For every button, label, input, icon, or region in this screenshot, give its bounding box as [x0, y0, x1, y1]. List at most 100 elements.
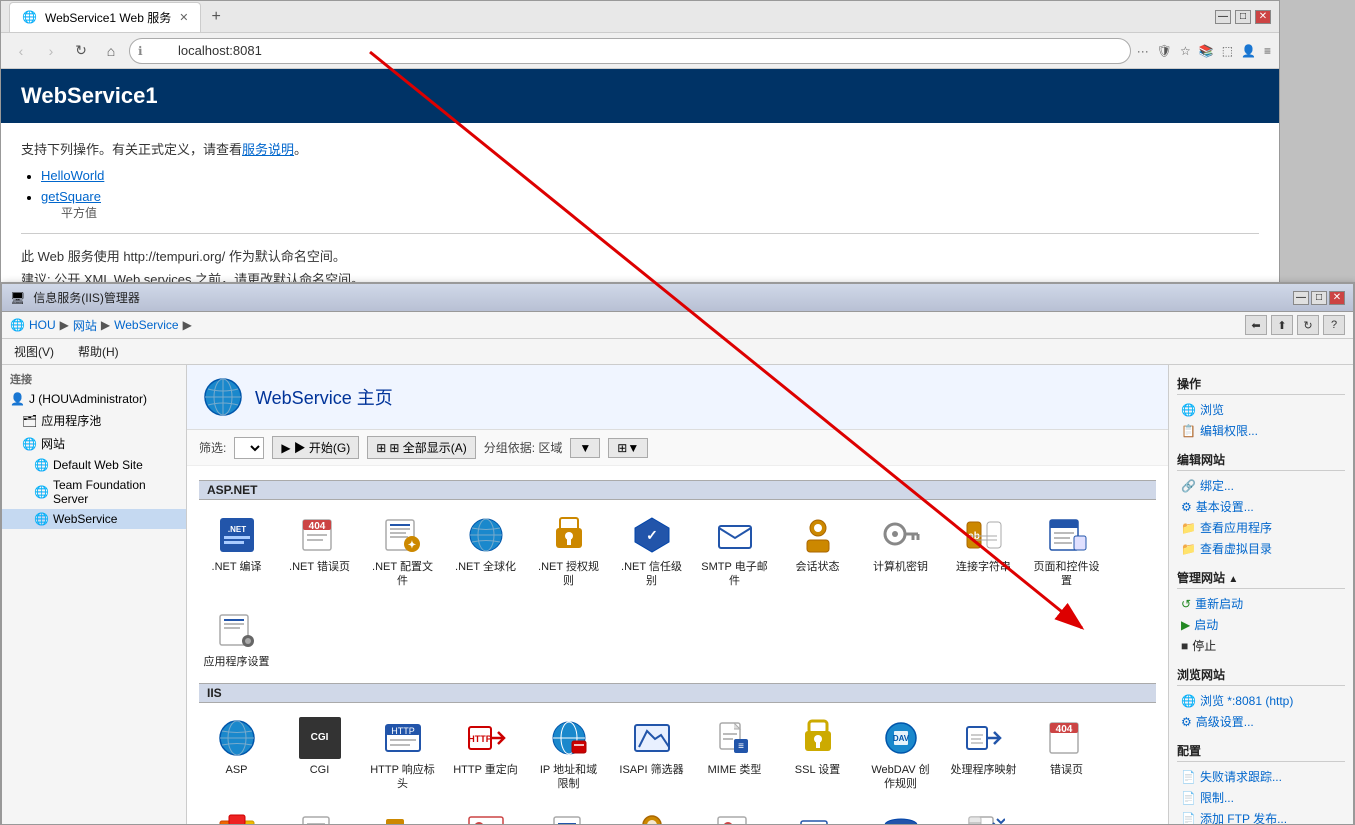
- address-bar[interactable]: ℹ localhost:8081: [129, 38, 1131, 64]
- tabs-icon[interactable]: ⬚: [1222, 44, 1233, 58]
- filter-input[interactable]: [234, 437, 264, 459]
- browse-site-label: 浏览网站: [1177, 668, 1225, 682]
- icon-ssl[interactable]: SSL 设置: [780, 711, 855, 798]
- add-ftp-action[interactable]: 📄 添加 FTP 发布...: [1177, 808, 1345, 824]
- toolbar-forward-btn[interactable]: ⬆: [1271, 315, 1293, 335]
- icon-net-trust[interactable]: ✓ .NET 信任级别: [614, 508, 689, 595]
- account-icon[interactable]: 👤: [1241, 44, 1256, 58]
- edit-perms-action[interactable]: 📋 编辑权限...: [1177, 420, 1345, 441]
- tab-close-button[interactable]: ✕: [179, 11, 188, 24]
- icon-ip-restrict[interactable]: IP 地址和域限制: [531, 711, 606, 798]
- service-link[interactable]: 服务说明: [242, 142, 294, 157]
- helloworld-link[interactable]: HelloWorld: [41, 168, 104, 183]
- view-vdir-action[interactable]: 📁 查看虚拟目录: [1177, 538, 1345, 559]
- icon-cache[interactable]: 输出缓存: [863, 805, 938, 824]
- icon-error-page[interactable]: 404 错误页: [1029, 711, 1104, 798]
- icon-session[interactable]: 会话状态: [780, 508, 855, 595]
- icon-dir-browse[interactable]: 目录浏览: [365, 805, 440, 824]
- tree-item-tfs[interactable]: 🌐 Team Foundation Server: [2, 475, 186, 509]
- tree-item-user[interactable]: 👤 J (HOU\Administrator): [2, 389, 186, 409]
- iis-close-button[interactable]: ✕: [1329, 291, 1345, 305]
- page-title: WebService1: [21, 83, 158, 108]
- basic-settings-action[interactable]: ⚙ 基本设置...: [1177, 496, 1345, 517]
- iis-left-panel: 连接 👤 J (HOU\Administrator) 🗂 应用程序池 🌐 网站 …: [2, 365, 187, 824]
- icon-page-control[interactable]: 页面和控件设置: [1029, 508, 1104, 595]
- close-button[interactable]: ✕: [1255, 10, 1271, 24]
- actions-title: 操作: [1177, 373, 1345, 395]
- iis-maximize-button[interactable]: □: [1311, 291, 1327, 305]
- tree-item-apppool[interactable]: 🗂 应用程序池: [2, 409, 186, 432]
- filter-start-btn[interactable]: ▶ ▶ 开始(G): [272, 436, 359, 459]
- stop-action[interactable]: ■ 停止: [1177, 635, 1345, 656]
- bind-action[interactable]: 🔗 绑定...: [1177, 475, 1345, 496]
- icon-asp[interactable]: ASP: [199, 711, 274, 798]
- icon-mime[interactable]: ≡ MIME 类型: [697, 711, 772, 798]
- icon-modules[interactable]: 模块: [199, 805, 274, 824]
- browse-8081-action[interactable]: 🌐 浏览 *:8081 (http): [1177, 690, 1345, 711]
- icon-req-filter[interactable]: ! 请求筛选: [448, 805, 523, 824]
- icon-app-settings[interactable]: 应用程序设置: [199, 603, 274, 675]
- icon-handler[interactable]: 处理程序映射: [946, 711, 1021, 798]
- icon-net-global[interactable]: .NET 全球化: [448, 508, 523, 595]
- icon-auth[interactable]: 身份验证: [614, 805, 689, 824]
- icon-http-redirect[interactable]: HTTP HTTP 重定向: [448, 711, 523, 798]
- menu-icon[interactable]: ≡: [1264, 44, 1271, 58]
- icon-log[interactable]: 日志: [531, 805, 606, 824]
- collapse-icon[interactable]: ▲: [1228, 574, 1238, 585]
- sidebar-icon[interactable]: 📚: [1199, 44, 1214, 58]
- minimize-button[interactable]: —: [1215, 10, 1231, 24]
- icon-compress[interactable]: 压缩: [946, 805, 1021, 824]
- back-button[interactable]: ‹: [9, 39, 33, 63]
- icon-cgi[interactable]: CGI CGI: [282, 711, 357, 798]
- breadcrumb-site[interactable]: 网站: [73, 317, 97, 334]
- view-toggle[interactable]: ⊞▼: [608, 438, 648, 458]
- browser-tab[interactable]: 🌐 WebService1 Web 服务 ✕: [9, 2, 201, 32]
- icon-webdav[interactable]: DAV WebDAV 创作规则: [863, 711, 938, 798]
- icon-trace[interactable]: ✕ 失败请求限踪规则: [697, 805, 772, 824]
- toolbar-back-btn[interactable]: ⬅: [1245, 315, 1267, 335]
- icon-net-auth-rule[interactable]: .NET 授权规则: [531, 508, 606, 595]
- icon-net-compile[interactable]: .NET .NET 编译: [199, 508, 274, 595]
- toolbar-refresh-btn[interactable]: ↻: [1297, 315, 1319, 335]
- menu-help[interactable]: 帮助(H): [74, 341, 123, 362]
- breadcrumb-hou[interactable]: HOU: [29, 318, 56, 332]
- icon-smtp[interactable]: SMTP 电子邮件: [697, 508, 772, 595]
- filter-all-btn[interactable]: ⊞ ⊞ 全部显示(A): [367, 436, 475, 459]
- browse-action[interactable]: 🌐 浏览: [1177, 399, 1345, 420]
- menu-view[interactable]: 视图(V): [10, 341, 58, 362]
- forward-button[interactable]: ›: [39, 39, 63, 63]
- tree-item-sites[interactable]: 🌐 网站: [2, 432, 186, 455]
- tree-tfs-label: Team Foundation Server: [53, 478, 178, 506]
- more-icon[interactable]: ···: [1137, 44, 1149, 58]
- icon-net-config[interactable]: ✦ .NET 配置文件: [365, 508, 440, 595]
- start-action[interactable]: ▶ 启动: [1177, 614, 1345, 635]
- star-icon[interactable]: ☆: [1180, 44, 1191, 58]
- tree-item-webservice[interactable]: 🌐 WebService: [2, 509, 186, 529]
- home-button[interactable]: ⌂: [99, 39, 123, 63]
- group-dropdown[interactable]: ▼: [570, 438, 600, 458]
- refresh-button[interactable]: ↻: [69, 39, 93, 63]
- restart-action[interactable]: ↺ 重新启动: [1177, 593, 1345, 614]
- icon-isapi[interactable]: ISAPI 筛选器: [614, 711, 689, 798]
- browse-icon: 🌐: [1181, 403, 1196, 417]
- maximize-button[interactable]: □: [1235, 10, 1251, 24]
- breadcrumb-webservice[interactable]: WebService: [114, 318, 178, 332]
- icon-net-error[interactable]: 404 .NET 错误页: [282, 508, 357, 595]
- failed-req-action[interactable]: 📄 失败请求跟踪...: [1177, 766, 1345, 787]
- bookmark-icon[interactable]: 🛡: [1157, 44, 1172, 58]
- icon-http-header[interactable]: HTTP HTTP 响应标头: [365, 711, 440, 798]
- getsquare-link[interactable]: getSquare: [41, 189, 101, 204]
- browser-content: WebService1 支持下列操作。有关正式定义，请查看服务说明。 Hello…: [1, 69, 1279, 289]
- icon-machinekey[interactable]: 计算机密钥: [863, 508, 938, 595]
- tree-item-defaultsite[interactable]: 🌐 Default Web Site: [2, 455, 186, 475]
- icon-default-doc[interactable]: ✓ 默认文档: [282, 805, 357, 824]
- limit-action[interactable]: 📄 限制...: [1177, 787, 1345, 808]
- svg-text:✕: ✕: [724, 823, 732, 824]
- view-app-action[interactable]: 📁 查看应用程序: [1177, 517, 1345, 538]
- new-tab-button[interactable]: +: [205, 6, 226, 28]
- icon-connstr[interactable]: ab 连接字符串: [946, 508, 1021, 595]
- advanced-settings-action[interactable]: ⚙ 高级设置...: [1177, 711, 1345, 732]
- icon-auth-rule[interactable]: ✓ 授权规则: [780, 805, 855, 824]
- iis-minimize-button[interactable]: —: [1293, 291, 1309, 305]
- toolbar-help-btn[interactable]: ?: [1323, 315, 1345, 335]
